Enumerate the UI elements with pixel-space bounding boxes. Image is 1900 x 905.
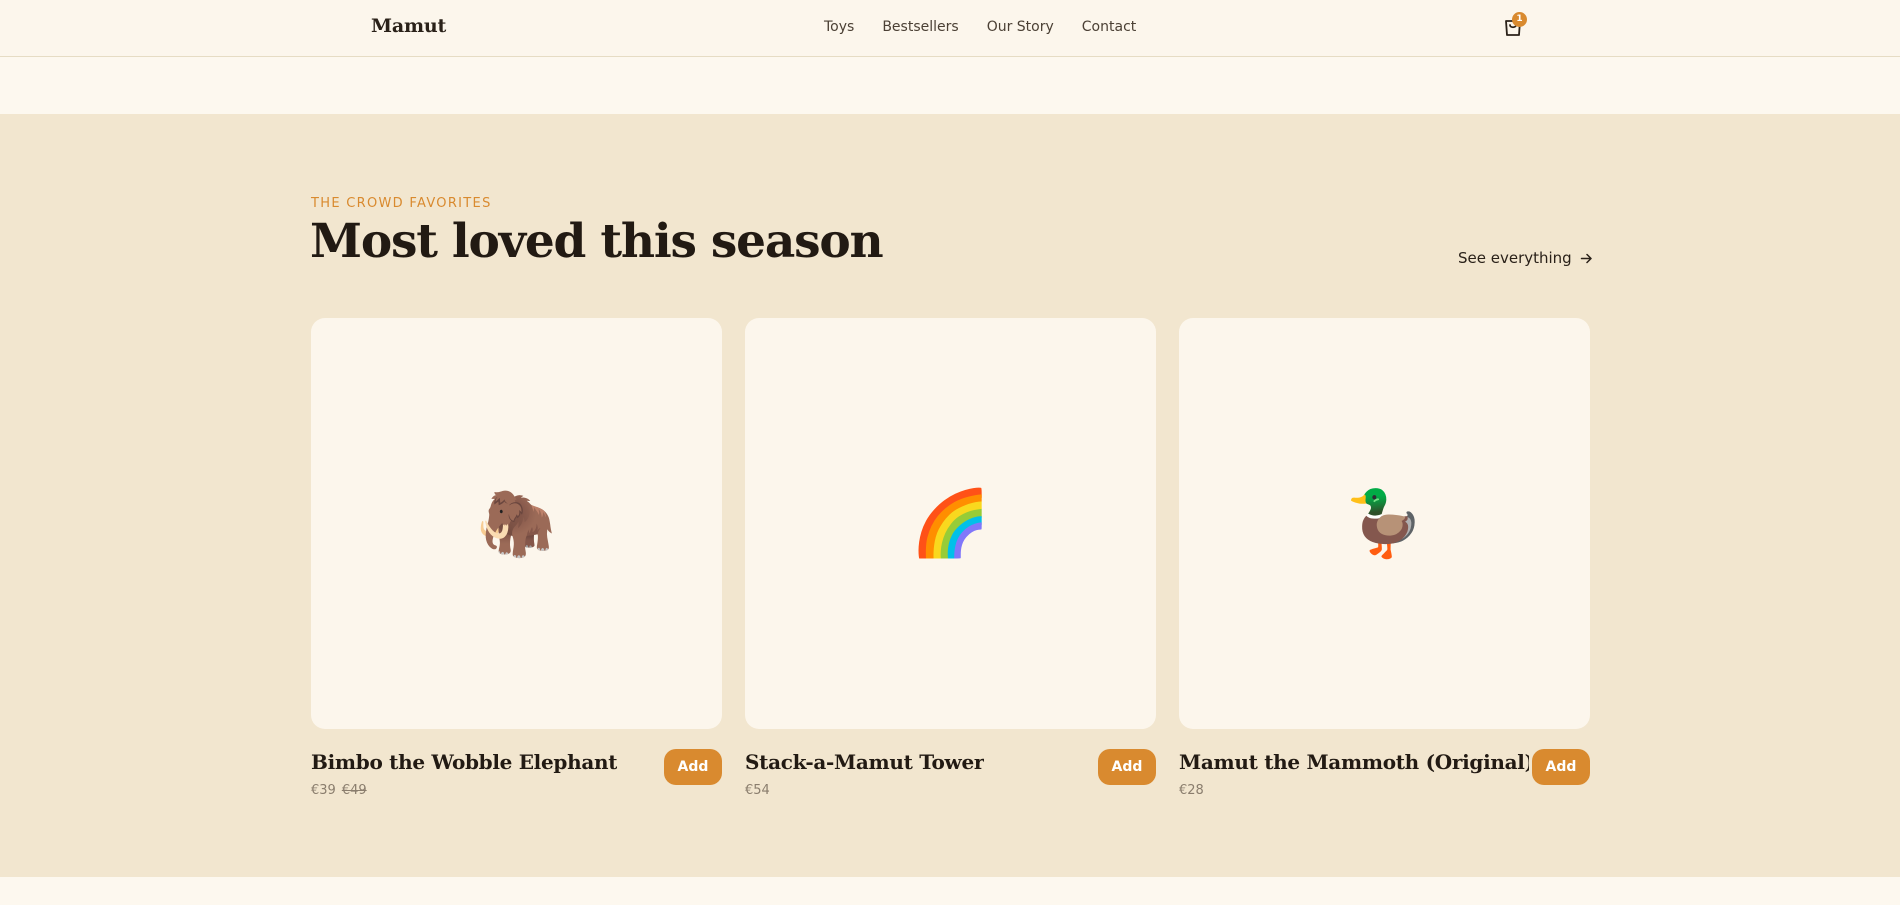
top-navigation-bar: Mamut Toys Bestsellers Our Story Contact… — [0, 0, 1900, 57]
nav-our-story[interactable]: Our Story — [987, 19, 1054, 35]
add-to-cart-button[interactable]: Add — [664, 749, 722, 785]
section-title: Most loved this season — [310, 214, 884, 269]
product-image[interactable]: 🦆 — [1179, 318, 1590, 729]
product-card: 🌈 Stack-a-Mamut Tower €54 Add — [745, 318, 1156, 798]
original-price: €49 — [341, 783, 367, 798]
rainbow-icon: 🌈 — [910, 486, 991, 561]
product-price: €39 €49 — [311, 783, 367, 798]
main-nav: Toys Bestsellers Our Story Contact — [824, 19, 1136, 35]
current-price: €54 — [745, 783, 770, 798]
mammoth-icon: 🦣 — [476, 486, 557, 561]
add-to-cart-button[interactable]: Add — [1098, 749, 1156, 785]
product-name[interactable]: Bimbo the Wobble Elephant — [311, 750, 617, 774]
current-price: €28 — [1179, 783, 1204, 798]
duck-icon: 🦆 — [1344, 486, 1425, 561]
bestsellers-section: THE CROWD FAVORITES Most loved this seas… — [0, 114, 1900, 877]
product-name[interactable]: Mamut the Mammoth (Original) — [1179, 750, 1529, 774]
current-price: €39 — [311, 783, 336, 798]
see-everything-link[interactable]: See everything — [1458, 249, 1593, 267]
nav-toys[interactable]: Toys — [824, 19, 854, 35]
nav-bestsellers[interactable]: Bestsellers — [882, 19, 958, 35]
product-card: 🦆 Mamut the Mammoth (Original) €28 Add — [1179, 318, 1590, 798]
add-to-cart-button[interactable]: Add — [1532, 749, 1590, 785]
arrow-right-icon — [1580, 253, 1592, 263]
logo[interactable]: Mamut — [371, 15, 446, 37]
product-card: 🦣 Bimbo the Wobble Elephant €39 €49 Add — [311, 318, 722, 798]
product-price: €54 — [745, 783, 770, 798]
nav-contact[interactable]: Contact — [1082, 19, 1136, 35]
section-eyebrow: THE CROWD FAVORITES — [311, 196, 492, 211]
cart-count-badge: 1 — [1512, 12, 1527, 27]
product-name[interactable]: Stack-a-Mamut Tower — [745, 750, 984, 774]
see-everything-label: See everything — [1458, 249, 1572, 267]
product-image[interactable]: 🌈 — [745, 318, 1156, 729]
product-image[interactable]: 🦣 — [311, 318, 722, 729]
product-price: €28 — [1179, 783, 1204, 798]
